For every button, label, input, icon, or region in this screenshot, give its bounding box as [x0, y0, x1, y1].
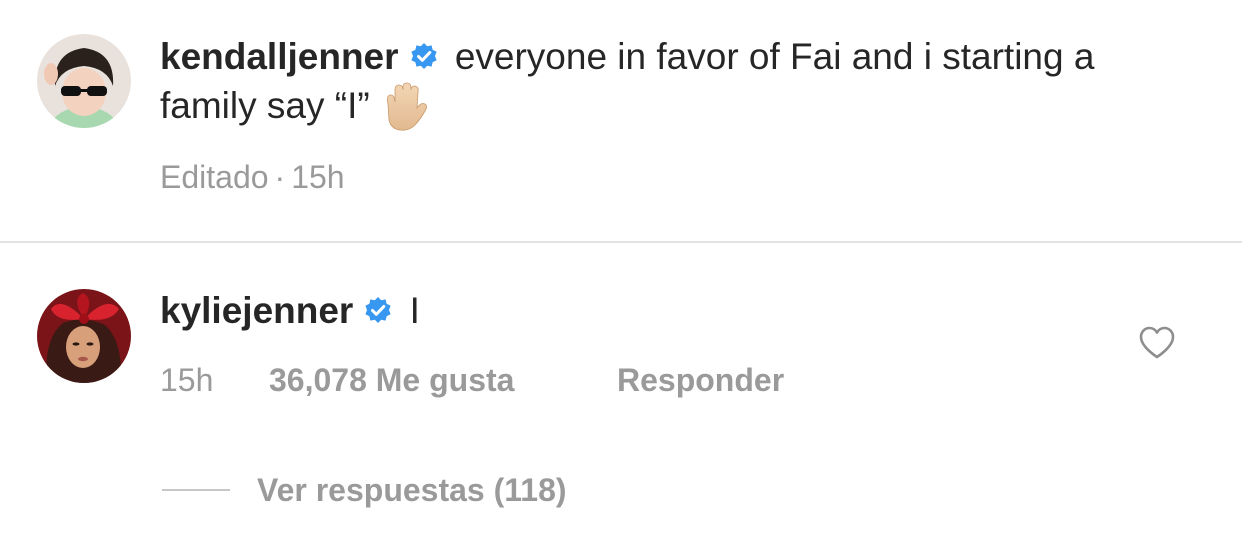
- comment-meta: Editado · 15h: [160, 158, 345, 196]
- heart-outline-icon[interactable]: [1138, 326, 1176, 360]
- comments-screen: kendalljenner everyone in favor of Fai a…: [0, 0, 1242, 539]
- replies-line: [162, 489, 230, 491]
- likes-count-link[interactable]: 36,078 Me gusta: [269, 361, 514, 399]
- avatar[interactable]: [37, 289, 131, 383]
- comment-text: I: [409, 290, 420, 331]
- avatar[interactable]: [37, 34, 131, 128]
- verified-badge-icon: [363, 296, 393, 326]
- reply-button[interactable]: Responder: [617, 361, 784, 399]
- meta-separator: ·: [274, 159, 286, 195]
- verified-badge-icon: [409, 42, 439, 72]
- username[interactable]: kyliejenner: [160, 290, 353, 331]
- comment-text-block: kendalljenner everyone in favor of Fai a…: [160, 32, 1160, 132]
- timestamp: 15h: [160, 362, 214, 398]
- edited-label: Editado: [160, 159, 269, 195]
- comment-kendalljenner: kendalljenner everyone in favor of Fai a…: [0, 0, 1242, 242]
- comment-divider: [0, 241, 1242, 243]
- comment-text-block: kyliejenner I: [160, 286, 420, 335]
- raised-hand-icon: [380, 82, 428, 132]
- username[interactable]: kendalljenner: [160, 36, 399, 77]
- view-replies-label: Ver respuestas (118): [257, 472, 567, 508]
- comment-meta: 15h 36,078 Me gusta Responder: [160, 361, 784, 399]
- timestamp: 15h: [291, 159, 345, 195]
